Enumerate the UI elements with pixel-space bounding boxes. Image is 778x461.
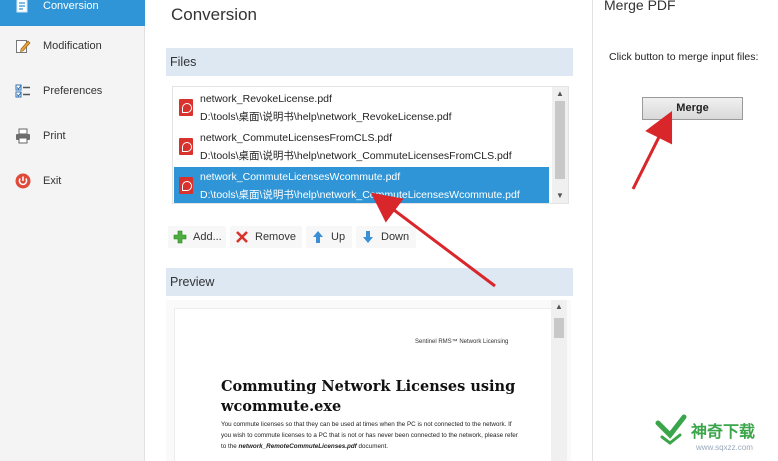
preview-page-body: You commute licenses so that they can be… xyxy=(221,421,518,450)
sidebar: Conversion Modification Preferences Prin… xyxy=(0,0,145,461)
file-path: D:\tools\桌面\说明书\help\network_RevokeLicen… xyxy=(200,111,452,123)
preview-page: Sentinel RMS™ Network Licensing Commutin… xyxy=(174,308,552,461)
app-window: Conversion Modification Preferences Prin… xyxy=(0,0,778,461)
preview-page-header: Sentinel RMS™ Network Licensing xyxy=(415,339,509,345)
file-list-scrollbar[interactable]: ▲ ▼ xyxy=(552,87,568,203)
preview-scrollbar[interactable]: ▲ xyxy=(551,300,567,461)
conversion-icon xyxy=(14,0,32,15)
merge-hint-text: Click button to merge input files: xyxy=(609,51,759,63)
watermark-url: www.sqxzz.com xyxy=(696,443,753,452)
scroll-up-arrow-icon[interactable]: ▲ xyxy=(551,300,567,314)
preview-page-title: Commuting Network Licenses using wcommut… xyxy=(221,378,516,415)
sidebar-item-exit[interactable]: Exit xyxy=(0,161,145,201)
sidebar-item-preferences[interactable]: Preferences xyxy=(0,71,145,111)
file-list-item-selected[interactable]: network_CommuteLicensesWcommute.pdf D:\t… xyxy=(174,167,549,203)
remove-button-label: Remove xyxy=(255,231,296,243)
file-list-item[interactable]: network_CommuteLicensesFromCLS.pdf D:\to… xyxy=(174,128,549,165)
file-path: D:\tools\桌面\说明书\help\network_CommuteLice… xyxy=(200,150,512,162)
pdf-file-icon xyxy=(179,177,193,194)
merge-pdf-panel: Merge PDF Click button to merge input fi… xyxy=(592,0,778,461)
up-button-label: Up xyxy=(331,231,346,243)
arrow-up-icon xyxy=(310,229,326,245)
watermark: 神奇下载 www.sqxzz.com xyxy=(654,413,774,459)
scrollbar-thumb[interactable] xyxy=(554,318,564,338)
sidebar-item-label: Conversion xyxy=(43,0,99,12)
add-button-label: Add... xyxy=(193,231,222,243)
files-section-header: Files xyxy=(166,48,573,76)
scrollbar-thumb[interactable] xyxy=(555,101,565,179)
file-name: network_RevokeLicense.pdf xyxy=(200,93,332,105)
sidebar-item-label: Modification xyxy=(43,40,102,52)
remove-x-icon xyxy=(234,229,250,245)
down-button[interactable]: Down xyxy=(356,226,416,248)
scroll-down-arrow-icon[interactable]: ▼ xyxy=(552,189,568,203)
sidebar-item-label: Exit xyxy=(43,175,62,187)
sidebar-item-modification[interactable]: Modification xyxy=(0,26,145,66)
printer-icon xyxy=(14,127,32,145)
add-button[interactable]: Add... xyxy=(168,226,226,248)
pdf-file-icon xyxy=(179,138,193,155)
page-title: Conversion xyxy=(171,5,257,24)
preview-label: Preview xyxy=(170,275,215,289)
remove-button[interactable]: Remove xyxy=(230,226,302,248)
watermark-text: 神奇下载 xyxy=(691,424,756,441)
sidebar-item-print[interactable]: Print xyxy=(0,116,145,156)
scroll-up-arrow-icon[interactable]: ▲ xyxy=(552,87,568,101)
file-list[interactable]: network_RevokeLicense.pdf D:\tools\桌面\说明… xyxy=(172,86,569,204)
edit-icon xyxy=(14,37,32,55)
file-list-item[interactable]: network_RevokeLicense.pdf D:\tools\桌面\说明… xyxy=(174,89,549,126)
preview-section-header: Preview xyxy=(166,268,573,296)
sidebar-item-conversion[interactable]: Conversion xyxy=(0,0,145,26)
merge-panel-title: Merge PDF xyxy=(604,0,676,13)
power-icon xyxy=(14,172,32,190)
sidebar-item-label: Preferences xyxy=(43,85,103,97)
down-button-label: Down xyxy=(381,231,410,243)
pdf-file-icon xyxy=(179,99,193,116)
plus-icon xyxy=(172,229,188,245)
file-path: D:\tools\桌面\说明书\help\network_CommuteLice… xyxy=(200,189,520,201)
watermark-logo-icon xyxy=(655,414,687,445)
pdf-preview[interactable]: Sentinel RMS™ Network Licensing Commutin… xyxy=(166,300,571,461)
preferences-icon xyxy=(14,82,32,100)
files-label: Files xyxy=(170,55,197,69)
file-name: network_CommuteLicensesFromCLS.pdf xyxy=(200,132,392,144)
merge-button[interactable]: Merge xyxy=(642,97,743,120)
arrow-down-icon xyxy=(360,229,376,245)
sidebar-item-label: Print xyxy=(43,130,66,142)
up-button[interactable]: Up xyxy=(306,226,352,248)
file-name: network_CommuteLicensesWcommute.pdf xyxy=(200,171,401,183)
